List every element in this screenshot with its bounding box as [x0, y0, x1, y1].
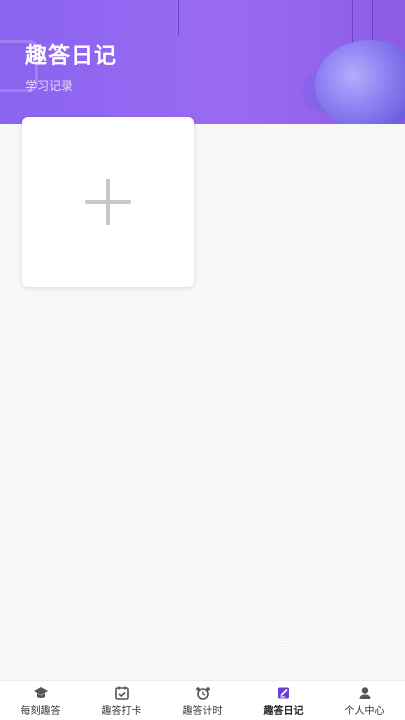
tab-diary[interactable]: 趣答日记 — [243, 681, 324, 720]
tab-label: 趣答计时 — [182, 706, 223, 717]
tab-daily-quiz[interactable]: 每刻趣答 — [0, 681, 81, 720]
plus-icon — [85, 179, 131, 225]
decor-line — [178, 0, 179, 36]
tab-profile[interactable]: 个人中心 — [324, 681, 405, 720]
header-banner: 趣答日记 学习记录 — [0, 0, 405, 124]
alarm-clock-icon — [195, 686, 211, 700]
page-subtitle: 学习记录 — [25, 79, 74, 93]
tab-checkin[interactable]: 趣答打卡 — [81, 681, 162, 720]
add-diary-button[interactable] — [22, 117, 194, 287]
bottom-tab-bar: 每刻趣答 趣答打卡 趣答计时 趣答日记 个人中心 — [0, 680, 405, 720]
diary-page: 趣答日记 学习记录 吐司下载站 每刻趣答 趣答打卡 趣答计时 趣答日记 个人中心 — [0, 0, 405, 720]
tab-label: 趣答打卡 — [101, 706, 142, 717]
tab-label: 趣答日记 — [263, 706, 304, 717]
edit-note-icon — [276, 686, 292, 700]
watermark-text: 吐司下载站 — [263, 639, 344, 657]
graduation-cap-icon — [33, 686, 49, 700]
tab-label: 每刻趣答 — [20, 706, 61, 717]
decor-bubble — [315, 40, 405, 124]
calendar-check-icon — [114, 686, 130, 700]
tab-timer[interactable]: 趣答计时 — [162, 681, 243, 720]
tab-label: 个人中心 — [344, 706, 385, 717]
page-title: 趣答日记 — [25, 44, 118, 69]
user-icon — [357, 686, 373, 700]
